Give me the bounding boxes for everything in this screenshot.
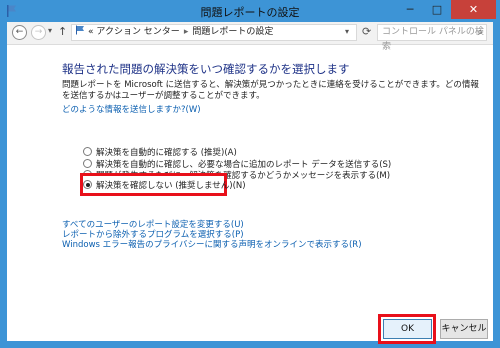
info-link[interactable]: どのような情報を送信しますか?(W) [62,103,201,115]
client-area: ← → ▾ ↑ « アクション センター ▸ 問題レポートの設定 ▾ ⟳ コントロー… [7,22,493,341]
breadcrumb-action-center[interactable]: アクション センター [96,27,179,37]
back-button[interactable]: ← [12,25,27,40]
maximize-button[interactable]: □ [424,0,450,19]
option-label: 解決策を確認しない (推奨しません)(N) [96,181,246,191]
forward-button[interactable]: → [31,25,46,40]
recent-pages-dropdown-icon[interactable]: ▾ [48,26,52,35]
search-placeholder: コントロール パネルの検索 [382,27,484,52]
control-panel-icon [76,25,84,35]
description-text: 問題レポートを Microsoft に送信すると、解決策が見つかったときに連絡を… [62,80,479,101]
minimize-button[interactable]: ─ [397,0,423,19]
search-icon[interactable]: ⌕ [477,25,483,40]
up-button[interactable]: ↑ [58,25,67,38]
window: 問題レポートの設定 ─ □ ✕ ← → ▾ ↑ « アクション センター ▸ 問題レ… [0,0,500,348]
title-bar[interactable]: 問題レポートの設定 ─ □ ✕ [0,0,500,22]
address-bar[interactable]: « アクション センター ▸ 問題レポートの設定 [71,24,357,41]
radio-button-selected[interactable] [83,180,92,189]
radio-button[interactable] [83,159,92,168]
address-dropdown-icon[interactable]: ▾ [345,27,349,36]
radio-button[interactable] [83,147,92,156]
search-input[interactable]: コントロール パネルの検索 ⌕ [377,24,487,52]
option-never-check[interactable]: 解決策を確認しない (推奨しません)(N) [83,180,246,192]
breadcrumb-overflow[interactable]: « [88,27,94,37]
navigation-bar: ← → ▾ ↑ « アクション センター ▸ 問題レポートの設定 ▾ ⟳ コントロー… [7,22,493,52]
breadcrumb-current[interactable]: 問題レポートの設定 [192,27,273,37]
option-label: 解決策を自動的に確認し、必要な場合に追加のレポート データを送信する(S) [96,160,392,170]
cancel-button[interactable]: キャンセル [440,319,488,339]
privacy-statement-link[interactable]: Windows エラー報告のプライバシーに関する声明をオンラインで表示する(R) [62,238,362,250]
page-heading: 報告された問題の解決策をいつ確認するかを選択します [62,62,350,76]
ok-button[interactable]: OK [383,319,432,339]
refresh-icon[interactable]: ⟳ [362,25,371,38]
option-auto-check[interactable]: 解決策を自動的に確認する (推奨)(A) [83,147,237,159]
option-label: 解決策を自動的に確認する (推奨)(A) [96,148,237,158]
breadcrumb-separator-icon[interactable]: ▸ [184,27,189,37]
close-button[interactable]: ✕ [451,0,496,19]
